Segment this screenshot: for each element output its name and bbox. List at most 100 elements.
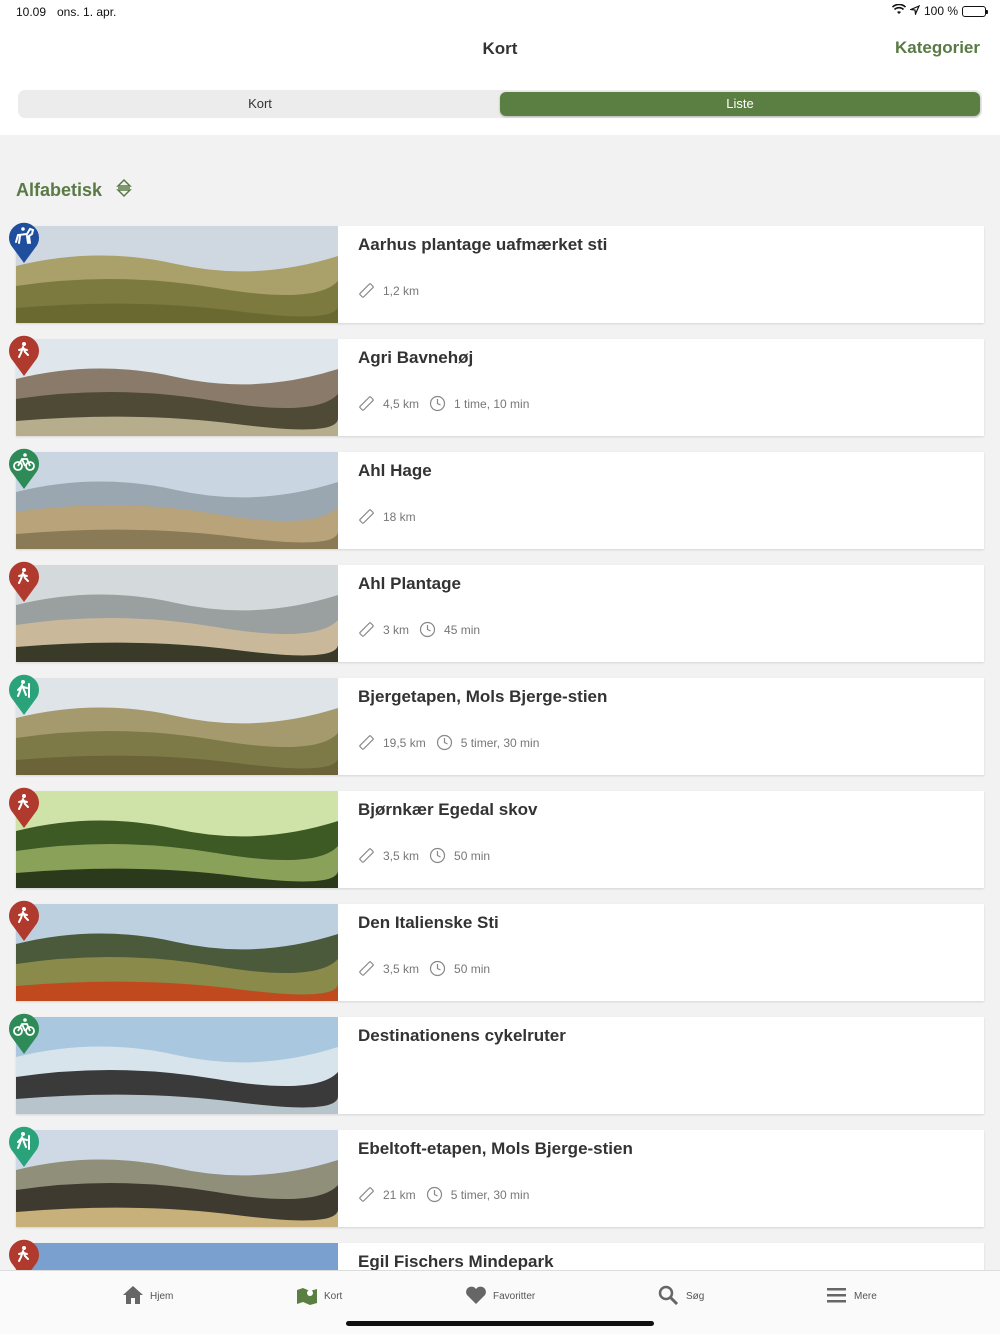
route-name: Den Italienske Sti	[358, 913, 499, 932]
tab-map[interactable]: Kort	[296, 1285, 342, 1308]
route-info: Bjergetapen, Mols Bjerge-stien 19,5 km 5…	[338, 678, 984, 775]
ruler-icon	[358, 1186, 375, 1203]
route-name: Ahl Plantage	[358, 574, 461, 593]
route-name: Ahl Hage	[358, 461, 432, 480]
route-name: Agri Bavnehøj	[358, 348, 474, 367]
status-indicators: 100 %	[891, 3, 988, 18]
hike-category-icon	[8, 559, 40, 603]
sort-control[interactable]: Alfabetisk	[16, 178, 132, 203]
tab-home-label: Hjem	[150, 1291, 174, 1302]
route-distance: 19,5 km	[383, 735, 426, 750]
segment-map[interactable]: Kort	[20, 92, 500, 116]
search-icon	[658, 1285, 680, 1308]
route-duration: 5 timer, 30 min	[460, 735, 540, 750]
status-date: ons. 1. apr.	[57, 5, 117, 19]
route-card[interactable]: Ahl Hage 18 km	[9, 448, 984, 549]
route-info: Destinationens cykelruter	[338, 1017, 984, 1114]
route-card[interactable]: Ebeltoft-etapen, Mols Bjerge-stien 21 km…	[9, 1126, 984, 1227]
ruler-icon	[358, 508, 375, 525]
route-name: Egil Fischers Mindepark	[358, 1252, 554, 1271]
menu-icon	[826, 1285, 848, 1308]
page-title: Kort	[482, 39, 518, 58]
tab-home[interactable]: Hjem	[122, 1285, 173, 1308]
route-distance: 18 km	[383, 509, 416, 524]
route-meta: 1,2 km	[358, 282, 964, 299]
route-card[interactable]: Den Italienske Sti 3,5 km 50 min	[9, 900, 984, 1001]
route-card[interactable]: Ahl Plantage 3 km 45 min	[9, 561, 984, 662]
route-name: Aarhus plantage uafmærket sti	[358, 235, 608, 254]
route-duration: 50 min	[454, 848, 491, 863]
navigation-bar: Kort Kategorier	[0, 24, 1000, 78]
bike-category-icon	[8, 446, 40, 490]
tab-more-label: Mere	[854, 1291, 877, 1302]
ruler-icon	[358, 734, 375, 751]
route-info: Bjørnkær Egedal skov 3,5 km 50 min	[338, 791, 984, 888]
route-meta: 21 km 5 timer, 30 min	[358, 1186, 964, 1203]
route-meta: 19,5 km 5 timer, 30 min	[358, 734, 964, 751]
status-bar: 10.09 ons. 1. apr. 100 %	[0, 0, 1000, 24]
clock-icon	[436, 734, 453, 751]
route-thumbnail	[16, 226, 338, 323]
route-card[interactable]: Aarhus plantage uafmærket sti 1,2 km	[9, 222, 984, 323]
clock-icon	[419, 621, 436, 638]
clock-icon	[429, 847, 446, 864]
tab-favorites[interactable]: Favoritter	[465, 1285, 535, 1308]
home-icon	[122, 1285, 144, 1308]
route-card[interactable]: Agri Bavnehøj 4,5 km 1 time, 10 min	[9, 335, 984, 436]
route-distance: 3,5 km	[383, 848, 420, 863]
hike-category-icon	[8, 333, 40, 377]
clock-icon	[429, 395, 446, 412]
route-thumbnail	[16, 1130, 338, 1227]
heart-icon	[465, 1285, 487, 1308]
view-segmented-control: Kort Liste	[18, 90, 982, 118]
route-thumbnail	[16, 678, 338, 775]
route-info: Aarhus plantage uafmærket sti 1,2 km	[338, 226, 984, 323]
route-card[interactable]: Bjørnkær Egedal skov 3,5 km 50 min	[9, 787, 984, 888]
tab-map-label: Kort	[324, 1291, 343, 1302]
route-distance: 3,5 km	[383, 961, 420, 976]
route-info: Ahl Plantage 3 km 45 min	[338, 565, 984, 662]
route-duration: 1 time, 10 min	[454, 396, 530, 411]
location-arrow-icon	[908, 4, 921, 18]
bike-category-icon	[8, 1011, 40, 1055]
categories-button[interactable]: Kategorier	[895, 38, 980, 58]
ruler-icon	[358, 395, 375, 412]
segment-container: Kort Liste	[0, 78, 1000, 135]
route-thumbnail	[16, 339, 338, 436]
battery-icon	[962, 5, 988, 17]
route-meta: 3,5 km 50 min	[358, 847, 964, 864]
route-distance: 21 km	[383, 1187, 416, 1202]
route-meta: 3 km 45 min	[358, 621, 964, 638]
route-name: Bjørnkær Egedal skov	[358, 800, 538, 819]
battery-percent: 100 %	[923, 4, 958, 18]
route-info: Ahl Hage 18 km	[338, 452, 984, 549]
route-name: Bjergetapen, Mols Bjerge-stien	[358, 687, 608, 706]
sort-label: Alfabetisk	[16, 180, 103, 200]
route-card[interactable]: Destinationens cykelruter	[9, 1013, 984, 1114]
route-info: Ebeltoft-etapen, Mols Bjerge-stien 21 km…	[338, 1130, 984, 1227]
route-meta: 4,5 km 1 time, 10 min	[358, 395, 964, 412]
map-icon	[296, 1285, 318, 1308]
route-name: Destinationens cykelruter	[358, 1026, 566, 1045]
ruler-icon	[358, 621, 375, 638]
route-card[interactable]: Bjergetapen, Mols Bjerge-stien 19,5 km 5…	[9, 674, 984, 775]
segment-list[interactable]: Liste	[500, 92, 980, 116]
route-thumbnail	[16, 1017, 338, 1114]
route-duration: 50 min	[454, 961, 491, 976]
tab-more[interactable]: Mere	[826, 1285, 877, 1308]
home-indicator	[346, 1321, 654, 1326]
ruler-icon	[358, 960, 375, 977]
sort-toggle-icon[interactable]	[116, 178, 132, 203]
route-meta: 18 km	[358, 508, 964, 525]
route-thumbnail	[16, 904, 338, 1001]
tab-search[interactable]: Søg	[658, 1285, 704, 1308]
route-info: Den Italienske Sti 3,5 km 50 min	[338, 904, 984, 1001]
route-thumbnail	[16, 452, 338, 549]
route-thumbnail	[16, 791, 338, 888]
route-meta: 3,5 km 50 min	[358, 960, 964, 977]
hike-category-icon	[8, 898, 40, 942]
hike-category-icon	[8, 785, 40, 829]
trail-category-icon	[8, 672, 40, 716]
route-list: Aarhus plantage uafmærket sti 1,2 km Agr…	[9, 222, 984, 1334]
tab-favorites-label: Favoritter	[493, 1291, 536, 1302]
